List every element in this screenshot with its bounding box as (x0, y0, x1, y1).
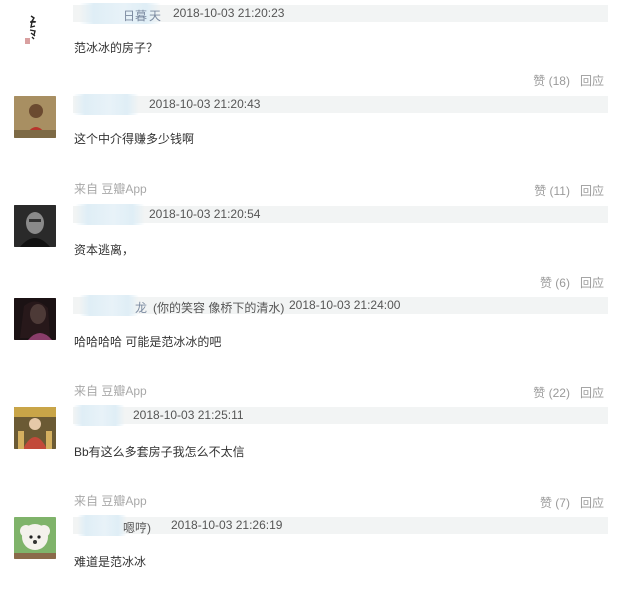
person-red-scarf-icon (14, 96, 56, 138)
author-name-fragment[interactable]: 龙 (135, 299, 147, 316)
avatar[interactable] (14, 205, 56, 247)
comment-time: 2018-10-03 21:20:54 (149, 207, 261, 221)
reply-button[interactable]: 回应 (580, 184, 604, 198)
comment-actions: 赞 (18) 回应 (533, 72, 604, 89)
woman-portrait-icon (14, 298, 56, 340)
comment-meta-bar: 2018-10-03 21:25:11 (73, 405, 608, 426)
comment-text: 范冰冰的房子？ (74, 41, 159, 55)
reply-button[interactable]: 回应 (580, 74, 604, 88)
reply-button[interactable]: 回应 (580, 496, 604, 510)
avatar[interactable] (14, 96, 56, 138)
author-name-fragment[interactable]: 嗯哼) (123, 519, 151, 536)
reply-button[interactable]: 回应 (580, 386, 604, 400)
comment-source: 来自 豆瓣App (74, 384, 147, 398)
author-name-blurred[interactable] (75, 204, 145, 225)
comment-time: 2018-10-03 21:26:19 (171, 518, 283, 532)
comment-time: 2018-10-03 21:25:11 (133, 408, 244, 422)
author-name-fragment[interactable]: 日暮 (123, 7, 147, 24)
comment-meta-bar: 2018-10-03 21:20:43 (73, 94, 608, 115)
comment-text: 哈哈哈哈 可能是范冰冰的吧 (74, 335, 222, 349)
comment-source: 来自 豆瓣App (74, 494, 147, 508)
like-button[interactable]: 赞 (18) (533, 74, 570, 88)
avatar[interactable] (14, 298, 56, 340)
comment-actions: 赞 (11) 回应 (534, 182, 604, 199)
avatar[interactable] (14, 407, 56, 449)
comment-meta-bar: 龙 (你的笑容 像桥下的清水) 2018-10-03 21:24:00 (73, 295, 608, 316)
comment-actions: 赞 (6) 回应 (540, 274, 604, 291)
like-button[interactable]: 赞 (22) (533, 386, 570, 400)
dark-portrait-icon (14, 205, 56, 247)
like-button[interactable]: 赞 (11) (534, 184, 570, 198)
comment-source: 来自 豆瓣App (74, 182, 147, 196)
comment-time: 2018-10-03 21:24:00 (289, 298, 401, 312)
author-name-blurred[interactable] (77, 515, 127, 536)
comment-text: 难道是范冰冰 (74, 555, 147, 569)
avatar[interactable] (14, 10, 56, 52)
ornate-figure-icon (14, 407, 56, 449)
comment-text: 资本逃离， (74, 243, 135, 257)
reply-button[interactable]: 回应 (580, 276, 604, 290)
avatar[interactable] (14, 517, 56, 559)
author-name-suffix[interactable]: 天 (149, 7, 161, 24)
calligraphy-seal-icon (25, 15, 37, 44)
comment-meta-bar: 嗯哼) 2018-10-03 21:26:19 (73, 515, 608, 536)
author-name-note: (你的笑容 像桥下的清水) (153, 301, 285, 315)
like-button[interactable]: 赞 (6) (540, 276, 570, 290)
comment-text: 这个中介得赚多少钱啊 (74, 132, 195, 146)
like-button[interactable]: 赞 (7) (540, 496, 570, 510)
comment-text: Bb有这么多套房子我怎么不太信 (74, 445, 245, 459)
comment-meta-bar: 2018-10-03 21:20:54 (73, 204, 608, 225)
comment-actions: 赞 (22) 回应 (533, 384, 604, 401)
author-name-blurred[interactable] (73, 405, 125, 426)
author-name-blurred[interactable] (73, 94, 139, 115)
comment-time: 2018-10-03 21:20:23 (173, 6, 285, 20)
white-dog-icon (14, 517, 56, 559)
comment-actions: 赞 (7) 回应 (540, 494, 604, 511)
comment-meta-bar: 日暮 天 2018-10-03 21:20:23 (73, 3, 608, 24)
author-name-blurred[interactable] (79, 295, 139, 316)
comment-time: 2018-10-03 21:20:43 (149, 97, 261, 111)
